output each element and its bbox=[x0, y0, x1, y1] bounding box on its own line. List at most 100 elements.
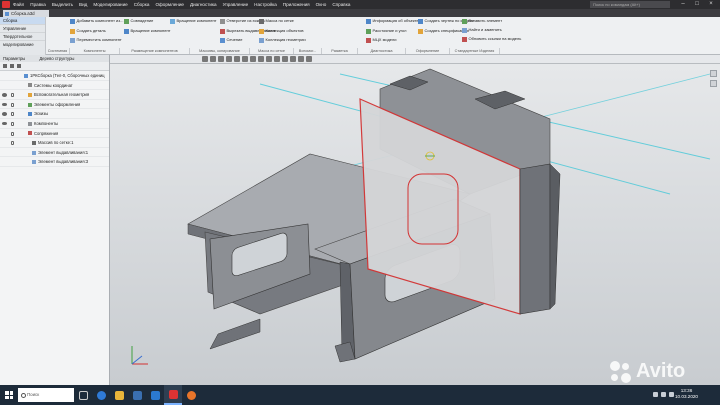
tree-node-aux-geometry[interactable]: Вспомогательная геометрия bbox=[0, 90, 109, 100]
firefox-icon[interactable] bbox=[182, 385, 200, 405]
object-info-button[interactable]: Информация об объекте bbox=[366, 18, 419, 24]
menu-assembly[interactable]: Сборка bbox=[134, 2, 150, 7]
mode-solid-modeling[interactable]: Твердотельное моделирование bbox=[0, 33, 45, 47]
lock-icon[interactable] bbox=[11, 102, 14, 107]
lock-icon[interactable] bbox=[11, 93, 14, 98]
menu-help[interactable]: Справка bbox=[332, 2, 350, 7]
3d-viewport[interactable] bbox=[110, 64, 720, 385]
maximize-icon[interactable]: □ bbox=[690, 0, 704, 9]
menu-file[interactable]: Файл bbox=[13, 2, 24, 7]
command-search-input[interactable]: Поиск по командам (Alt+) bbox=[590, 1, 670, 8]
mode-management[interactable]: Управление bbox=[0, 25, 45, 33]
kompas-taskbar-icon[interactable] bbox=[164, 385, 182, 405]
color-icon[interactable] bbox=[290, 56, 296, 62]
display-mode-icon[interactable] bbox=[242, 56, 248, 62]
file-explorer-icon[interactable] bbox=[110, 385, 128, 405]
orientation-icon[interactable] bbox=[234, 56, 240, 62]
grid-toggle-icon[interactable] bbox=[274, 56, 280, 62]
lock-icon[interactable] bbox=[11, 141, 14, 146]
visibility-eye-icon[interactable] bbox=[2, 93, 7, 97]
menu-modeling[interactable]: Моделирование bbox=[93, 2, 127, 7]
camera-icon[interactable] bbox=[306, 56, 312, 62]
start-button[interactable] bbox=[0, 385, 18, 405]
filter-icon[interactable] bbox=[3, 64, 7, 68]
menu-management[interactable]: Управление bbox=[223, 2, 249, 7]
network-icon[interactable] bbox=[653, 392, 658, 397]
tree-node-extrude-3[interactable]: Элемент выдавливания:3 bbox=[0, 157, 109, 167]
menu-apps[interactable]: Приложения bbox=[283, 2, 310, 7]
sort-icon[interactable] bbox=[17, 64, 21, 68]
tree-node-root[interactable]: 1РКСборка (Тел-0, Сборочных единиц bbox=[0, 71, 109, 81]
add-component-button[interactable]: Добавить компонент из... bbox=[70, 18, 123, 24]
pan-icon[interactable] bbox=[210, 56, 216, 62]
components-icon bbox=[28, 121, 32, 126]
light-icon[interactable] bbox=[298, 56, 304, 62]
visibility-eye-icon[interactable] bbox=[2, 102, 7, 107]
object-collection-button[interactable]: Коллекция объектов bbox=[259, 28, 303, 34]
tree-node-components[interactable]: Компоненты bbox=[0, 119, 109, 129]
fit-icon[interactable] bbox=[226, 56, 232, 62]
volume-icon[interactable] bbox=[661, 392, 666, 397]
section-view-icon[interactable] bbox=[250, 56, 256, 62]
lock-icon[interactable] bbox=[11, 121, 14, 126]
layers-icon[interactable] bbox=[282, 56, 288, 62]
document-tab-bar: Сборка.a3d bbox=[0, 9, 720, 17]
update-links-button[interactable]: Обновить ссылки на модель bbox=[462, 36, 521, 42]
visibility-eye-icon[interactable] bbox=[2, 121, 7, 126]
tree-node-coordinate-systems[interactable]: Системы координат bbox=[0, 81, 109, 91]
create-drawing-button[interactable]: Создать чертеж по модели bbox=[418, 18, 474, 24]
menu-settings[interactable]: Настройка bbox=[254, 2, 277, 7]
mass-grid-button[interactable]: Масса по сетке bbox=[259, 18, 303, 24]
filter-icon[interactable] bbox=[258, 56, 264, 62]
cut-extrude-button[interactable]: Вырезать выдавливанием bbox=[220, 28, 275, 34]
rotate-view-icon[interactable] bbox=[218, 56, 224, 62]
create-spec-button[interactable]: Создать спецификацию bbox=[418, 28, 469, 34]
geometry-collection-button[interactable]: Коллекция геометрии bbox=[259, 37, 306, 43]
hole-button[interactable]: Отверстие из эскиза bbox=[220, 18, 265, 24]
menu-drafting[interactable]: Оформление bbox=[155, 2, 184, 7]
axes-icon bbox=[28, 83, 32, 88]
taskbar-search-input[interactable]: Поиск bbox=[18, 388, 74, 402]
mass-properties-button[interactable]: МЦХ модели bbox=[366, 37, 410, 43]
tab-parameters[interactable]: Параметры bbox=[3, 55, 25, 62]
lock-icon[interactable] bbox=[11, 131, 14, 136]
menu-diagnostics[interactable]: Диагностика bbox=[190, 2, 217, 7]
document-tab[interactable]: Сборка.a3d bbox=[3, 10, 49, 17]
menu-select[interactable]: Выделить bbox=[52, 2, 73, 7]
rotate-components-button[interactable]: Вращение компонент bbox=[170, 18, 218, 24]
mail-icon[interactable] bbox=[146, 385, 164, 405]
tree-node-annotation[interactable]: Элементы оформления bbox=[0, 100, 109, 110]
coincide-button[interactable]: Совпадение bbox=[124, 18, 168, 24]
snap-icon[interactable] bbox=[266, 56, 272, 62]
tree-node-extrude-1[interactable]: Элемент выдавливания:1 bbox=[0, 148, 109, 158]
clock[interactable]: 13:36 10.03.2020 bbox=[675, 388, 698, 400]
task-view-icon[interactable] bbox=[74, 385, 92, 405]
menu-edit[interactable]: Правка bbox=[30, 2, 46, 7]
rotate-component-button[interactable]: Вращение компонент bbox=[124, 28, 171, 34]
view-cube-icon[interactable] bbox=[710, 70, 717, 77]
close-icon[interactable]: × bbox=[704, 0, 718, 9]
section-button[interactable]: Сечение bbox=[220, 37, 262, 43]
tree-node-mates[interactable]: Сопряжения bbox=[0, 129, 109, 139]
find-replace-button[interactable]: Найти и заменить bbox=[462, 27, 506, 33]
store-icon[interactable] bbox=[128, 385, 146, 405]
minimize-icon[interactable]: – bbox=[676, 0, 690, 9]
edge-icon[interactable] bbox=[92, 385, 110, 405]
mode-assembly[interactable]: Сборка bbox=[0, 17, 45, 25]
home-view-icon[interactable] bbox=[710, 80, 717, 87]
lock-icon[interactable] bbox=[11, 112, 14, 117]
kompas-logo-icon[interactable] bbox=[2, 1, 10, 8]
zoom-icon[interactable] bbox=[202, 56, 208, 62]
menu-window[interactable]: Окно bbox=[316, 2, 327, 7]
visibility-eye-icon[interactable] bbox=[2, 112, 7, 116]
create-part-button[interactable]: Создать деталь bbox=[70, 28, 118, 34]
tree-node-sketches[interactable]: Эскизы bbox=[0, 109, 109, 119]
tab-structure-tree[interactable]: Дерево структуры bbox=[39, 55, 74, 62]
insert-element-button[interactable]: Вставить элемент bbox=[462, 18, 506, 24]
distance-angle-button[interactable]: Расстояние и угол bbox=[366, 28, 410, 34]
language-icon[interactable] bbox=[669, 392, 674, 397]
tree-view-icon[interactable] bbox=[10, 64, 14, 68]
menu-view[interactable]: Вид bbox=[79, 2, 87, 7]
tree-node-grid-array[interactable]: Массив по сетке:1 bbox=[0, 138, 109, 148]
move-component-button[interactable]: Переместить компонент bbox=[70, 37, 122, 43]
